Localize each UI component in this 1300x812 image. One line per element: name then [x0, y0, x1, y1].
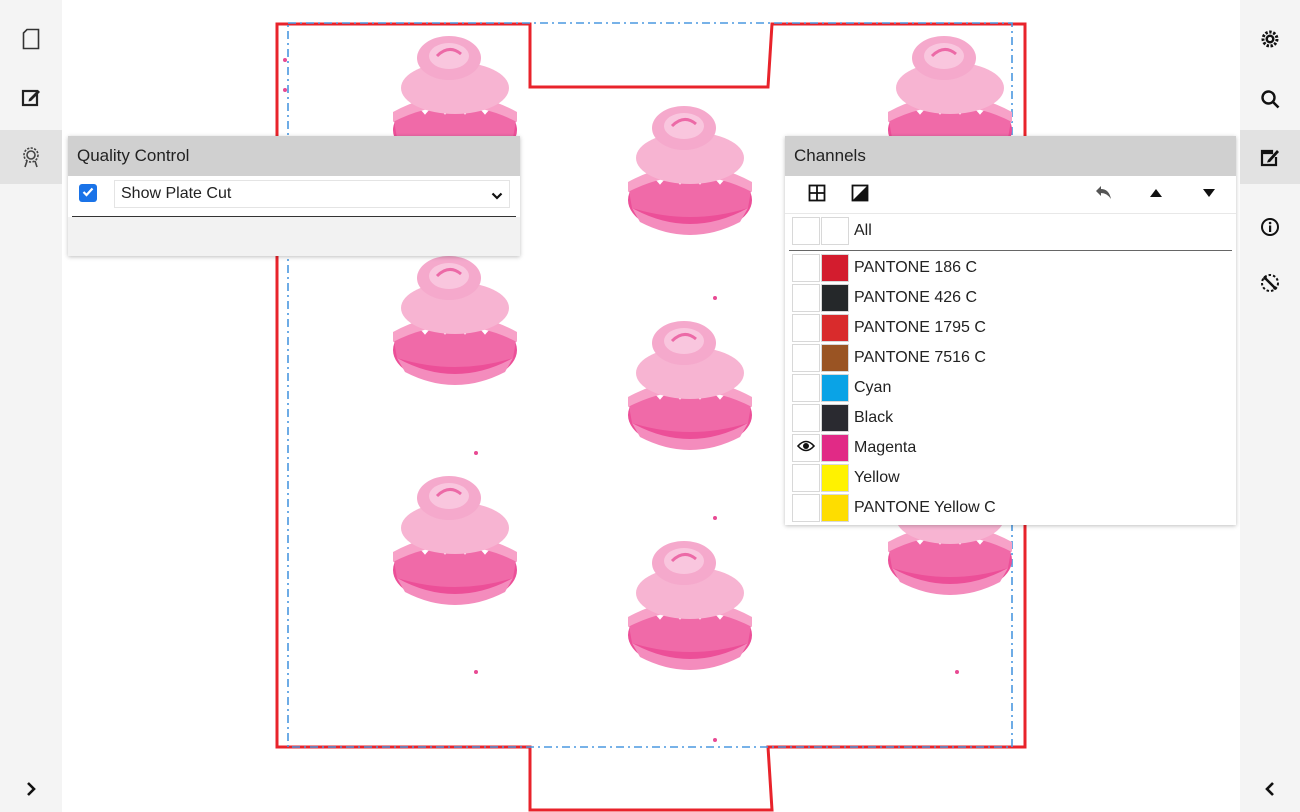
document-tool-button[interactable] [0, 12, 62, 66]
measure-icon [1260, 273, 1280, 293]
search-tool-button[interactable] [1240, 72, 1300, 126]
info-icon [1260, 217, 1280, 237]
channel-label: Black [854, 409, 894, 426]
info-tool-button[interactable] [1240, 200, 1300, 254]
color-swatch [821, 344, 849, 372]
edit-icon [21, 87, 41, 107]
quality-control-dropdown[interactable]: Show Plate Cut [114, 180, 510, 208]
channel-label: PANTONE 1795 C [854, 319, 986, 336]
channel-row[interactable]: PANTONE 186 C [785, 253, 1236, 283]
pen-edit-icon [1260, 147, 1280, 167]
visibility-toggle[interactable] [792, 254, 820, 282]
show-plate-cut-checkbox[interactable] [79, 184, 97, 202]
channels-title: Channels [785, 136, 1236, 176]
channel-label-all: All [854, 222, 872, 239]
visibility-toggle[interactable] [792, 404, 820, 432]
chevron-right-icon [25, 781, 37, 797]
channels-toolbar [785, 176, 1236, 214]
channel-label: Yellow [854, 469, 900, 486]
channel-row[interactable]: Magenta [785, 433, 1236, 463]
channel-label: PANTONE 426 C [854, 289, 978, 306]
move-down-button[interactable] [1197, 183, 1221, 207]
visibility-toggle-all[interactable] [792, 217, 820, 245]
settings-tool-button[interactable] [1240, 12, 1300, 66]
undo-button[interactable] [1091, 183, 1115, 207]
color-swatch [821, 404, 849, 432]
quality-control-footer [68, 217, 520, 256]
channel-row[interactable]: Yellow [785, 463, 1236, 493]
channel-row[interactable]: PANTONE Yellow C [785, 493, 1236, 523]
move-up-button[interactable] [1144, 183, 1168, 207]
channel-label: Magenta [854, 439, 917, 456]
channel-row[interactable]: Cyan [785, 373, 1236, 403]
color-swatch [821, 434, 849, 462]
visibility-toggle[interactable] [792, 494, 820, 522]
color-swatch [821, 494, 849, 522]
quality-control-selected-option: Show Plate Cut [121, 185, 232, 202]
move-down-icon [1202, 186, 1216, 204]
quality-control-panel: Quality Control Show Plate Cut [68, 136, 520, 256]
channel-label: PANTONE Yellow C [854, 499, 996, 516]
color-swatch [821, 254, 849, 282]
visibility-toggle[interactable] [792, 374, 820, 402]
undo-icon [1093, 184, 1113, 207]
contrast-button[interactable] [848, 183, 872, 207]
right-toolbar [1240, 0, 1300, 812]
divider [789, 250, 1232, 251]
collapse-right-panel-button[interactable] [1240, 762, 1300, 812]
channel-label: PANTONE 186 C [854, 259, 978, 276]
contrast-icon [851, 184, 869, 207]
artwork-cake [626, 104, 754, 237]
channel-row-all[interactable]: All [785, 216, 1236, 246]
color-swatch-all [821, 217, 849, 245]
visibility-toggle[interactable] [792, 434, 820, 462]
visibility-toggle[interactable] [792, 284, 820, 312]
eye-icon [796, 439, 816, 458]
grid-view-icon [808, 184, 826, 207]
quality-control-title: Quality Control [68, 136, 520, 176]
channel-row[interactable]: Black [785, 403, 1236, 433]
color-swatch [821, 464, 849, 492]
color-swatch [821, 284, 849, 312]
artwork-cake [626, 539, 754, 672]
chevron-left-icon [1264, 781, 1276, 797]
quality-badge-icon [21, 146, 41, 168]
expand-left-panel-button[interactable] [0, 762, 62, 812]
artwork-cake [391, 254, 519, 387]
channel-list: All PANTONE 186 C PANTONE 426 C PANTONE 17… [785, 216, 1236, 523]
visibility-toggle[interactable] [792, 464, 820, 492]
quality-control-tool-button[interactable] [0, 130, 62, 184]
left-toolbar [0, 0, 62, 812]
measure-tool-button[interactable] [1240, 256, 1300, 310]
visibility-toggle[interactable] [792, 314, 820, 342]
search-icon [1260, 89, 1280, 109]
channel-row[interactable]: PANTONE 426 C [785, 283, 1236, 313]
channels-tool-button[interactable] [1240, 130, 1300, 184]
chevron-down-icon [491, 188, 503, 206]
grid-view-button[interactable] [805, 183, 829, 207]
channel-row[interactable]: PANTONE 1795 C [785, 313, 1236, 343]
gear-icon [1260, 29, 1280, 49]
visibility-toggle[interactable] [792, 344, 820, 372]
color-swatch [821, 314, 849, 342]
artwork-cake [626, 319, 754, 452]
move-up-icon [1149, 186, 1163, 204]
document-icon [22, 28, 40, 50]
channels-panel: Channels All PANTONE 186 C PANTONE 426 C… [785, 136, 1236, 525]
channel-label: PANTONE 7516 C [854, 349, 986, 366]
channel-label: Cyan [854, 379, 892, 396]
color-swatch [821, 374, 849, 402]
checkmark-icon [82, 184, 94, 202]
artwork-cake [391, 474, 519, 607]
edit-tool-button[interactable] [0, 70, 62, 124]
channel-row[interactable]: PANTONE 7516 C [785, 343, 1236, 373]
